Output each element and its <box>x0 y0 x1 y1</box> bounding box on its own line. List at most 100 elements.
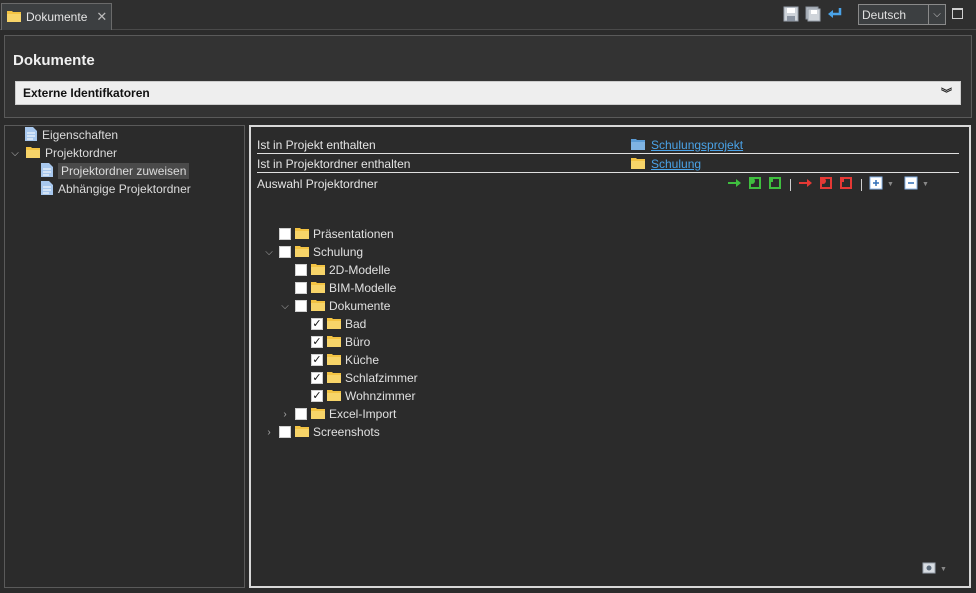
folder-icon <box>631 157 645 172</box>
folder-icon <box>295 227 309 242</box>
project-link[interactable]: Schulungsprojekt <box>651 138 743 152</box>
project-row: Ist in Projekt enthalten Schulungsprojek… <box>257 136 959 154</box>
help-icon[interactable] <box>922 561 936 578</box>
checkbox-checked[interactable]: ✓ <box>311 390 323 402</box>
separator <box>790 178 791 191</box>
tree-row-label: Präsentationen <box>313 227 394 241</box>
section-external-identifiers[interactable]: Externe Identifkatoren ︾ <box>15 81 961 105</box>
tree-row[interactable]: ✓ Küche <box>295 351 379 369</box>
check-selected-icon[interactable] <box>747 176 763 193</box>
uncheck-all-icon[interactable] <box>798 176 814 193</box>
folder-icon <box>311 263 325 278</box>
folder-icon <box>327 389 341 404</box>
page-title: Dokumente <box>13 52 95 69</box>
tab-dokumente[interactable]: Dokumente ✕ <box>1 3 112 30</box>
tree-row-label: Büro <box>345 335 371 349</box>
chevron-down-icon[interactable]: ⌵ <box>9 148 21 159</box>
tree-row-label: BIM-Modelle <box>329 281 397 295</box>
tree-row[interactable]: ⌵ Schulung <box>263 243 363 261</box>
nav-item-label: Projektordner <box>45 146 118 160</box>
folder-row: Ist in Projektordner enthalten Schulung <box>257 155 959 173</box>
tree-row[interactable]: ✓ Schlafzimmer <box>295 369 418 387</box>
undo-icon[interactable] <box>827 6 843 22</box>
nav-item-projektordner-zuweisen[interactable]: Projektordner zuweisen <box>41 162 190 180</box>
tree-action-toolbar: ▼ ▼ <box>727 176 929 193</box>
tree-row[interactable]: ✓ Bad <box>295 315 366 333</box>
folder-icon <box>295 245 309 260</box>
folder-icon <box>327 353 341 368</box>
tree-row-label: Wohnzimmer <box>345 389 416 403</box>
nav-item-projektordner[interactable]: ⌵ Projektordner <box>9 144 117 162</box>
checkbox[interactable] <box>279 426 291 438</box>
tree-row-label: Küche <box>345 353 380 367</box>
nav-item-eigenschaften[interactable]: Eigenschaften <box>25 126 118 144</box>
save-all-icon[interactable] <box>805 6 821 22</box>
tree-row[interactable]: ✓ Büro <box>295 333 370 351</box>
document-icon <box>25 126 37 144</box>
checkbox-checked[interactable]: ✓ <box>311 372 323 384</box>
save-icon[interactable] <box>783 6 799 22</box>
chevron-right-icon[interactable]: › <box>279 409 291 420</box>
tree-row[interactable]: ✓ Wohnzimmer <box>295 387 415 405</box>
tree-row[interactable]: › Screenshots <box>263 423 379 441</box>
tree-row[interactable]: BIM-Modelle <box>279 279 396 297</box>
double-chevron-down-icon[interactable]: ︾ <box>941 85 952 101</box>
check-all-icon[interactable] <box>727 176 743 193</box>
folder-icon <box>26 146 40 161</box>
separator <box>861 178 862 191</box>
dropdown-arrow-icon[interactable]: ▼ <box>887 181 894 188</box>
chevron-down-icon[interactable]: ⌵ <box>928 5 945 24</box>
tree-row-label: Bad <box>345 317 367 331</box>
project-folder-assignment-panel: Ist in Projekt enthalten Schulungsprojek… <box>249 125 971 588</box>
dropdown-arrow-icon[interactable]: ▼ <box>922 181 929 188</box>
checkbox[interactable] <box>279 228 291 240</box>
selection-label: Auswahl Projektordner <box>257 177 378 191</box>
chevron-down-icon[interactable]: ⌵ <box>279 301 291 312</box>
close-icon[interactable]: ✕ <box>96 9 107 25</box>
section-label: Externe Identifkatoren <box>23 86 150 100</box>
language-select[interactable]: Deutsch ⌵ <box>858 4 946 25</box>
maximize-icon[interactable] <box>952 8 963 19</box>
checkbox-checked[interactable]: ✓ <box>311 318 323 330</box>
document-icon <box>41 180 53 198</box>
checkbox[interactable] <box>295 264 307 276</box>
uncheck-children-icon[interactable] <box>838 176 854 193</box>
language-value: Deutsch <box>862 7 907 22</box>
editor-header: Dokumente Externe Identifkatoren ︾ <box>4 35 972 118</box>
dropdown-arrow-icon[interactable]: ▼ <box>940 566 947 573</box>
tab-bar: Dokumente ✕ Deutsch ⌵ <box>0 0 976 30</box>
divider <box>257 172 959 173</box>
tree-row[interactable]: › Excel-Import <box>279 405 396 423</box>
check-children-icon[interactable] <box>767 176 783 193</box>
checkbox[interactable] <box>295 300 307 312</box>
collapse-all-icon[interactable] <box>904 176 918 193</box>
divider <box>257 153 959 154</box>
tree-row[interactable]: ⌵ Dokumente <box>279 297 390 315</box>
folder-icon <box>311 407 325 422</box>
nav-item-label: Projektordner zuweisen <box>58 163 190 179</box>
folder-icon <box>7 10 21 25</box>
checkbox-checked[interactable]: ✓ <box>311 336 323 348</box>
checkbox-checked[interactable]: ✓ <box>311 354 323 366</box>
checkbox[interactable] <box>279 246 291 258</box>
tree-row[interactable]: 2D-Modelle <box>279 261 390 279</box>
help-menu[interactable]: ▼ <box>922 561 947 578</box>
tree-row-label: Dokumente <box>329 299 391 313</box>
tree-row-label: Schulung <box>313 245 364 259</box>
checkbox[interactable] <box>295 408 307 420</box>
checkbox[interactable] <box>295 282 307 294</box>
folder-icon <box>311 299 325 314</box>
expand-all-icon[interactable] <box>869 176 883 193</box>
tree-row-label: Excel-Import <box>329 407 397 421</box>
folder-icon <box>327 317 341 332</box>
nav-item-label: Abhängige Projektordner <box>58 182 191 196</box>
nav-item-abhaengige-projektordner[interactable]: Abhängige Projektordner <box>41 180 191 198</box>
uncheck-selected-icon[interactable] <box>818 176 834 193</box>
tree-row-label: 2D-Modelle <box>329 263 391 277</box>
folder-link[interactable]: Schulung <box>651 157 701 171</box>
folder-icon <box>311 281 325 296</box>
tree-row[interactable]: Präsentationen <box>263 225 394 243</box>
chevron-right-icon[interactable]: › <box>263 427 275 438</box>
folder-icon <box>327 371 341 386</box>
chevron-down-icon[interactable]: ⌵ <box>263 247 275 258</box>
